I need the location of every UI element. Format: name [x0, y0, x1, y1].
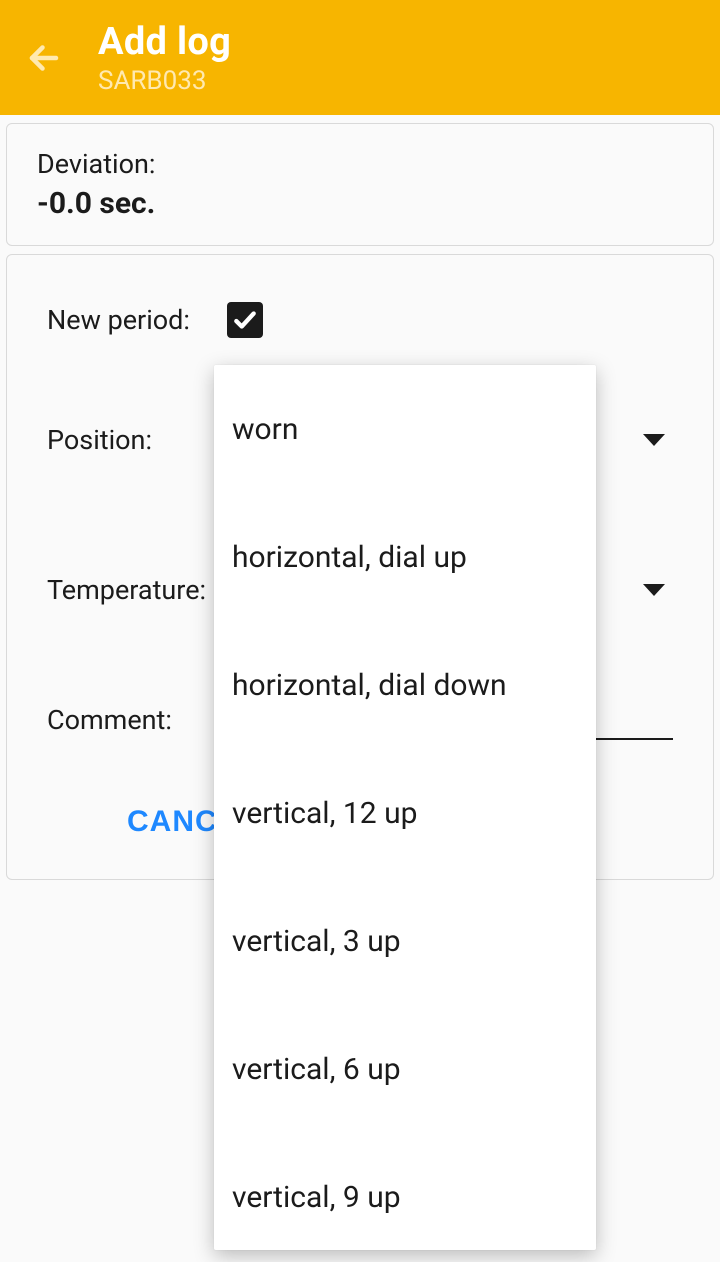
new-period-checkbox[interactable] [227, 302, 263, 338]
deviation-card: Deviation: -0.0 sec. [6, 123, 714, 246]
position-option[interactable]: vertical, 3 up [214, 877, 596, 1005]
deviation-value: -0.0 sec. [37, 186, 683, 221]
new-period-label: New period: [47, 304, 227, 336]
position-option[interactable]: worn [214, 365, 596, 493]
page-subtitle: SARB033 [98, 66, 231, 96]
chevron-down-icon [643, 434, 665, 446]
position-option[interactable]: vertical, 6 up [214, 1005, 596, 1133]
appbar-titles: Add log SARB033 [98, 20, 231, 96]
back-button[interactable] [20, 34, 68, 82]
arrow-left-icon [26, 40, 62, 76]
check-icon [232, 307, 258, 333]
page-title: Add log [98, 20, 231, 64]
position-option[interactable]: horizontal, dial down [214, 621, 596, 749]
chevron-down-icon [643, 584, 665, 596]
position-label: Position: [47, 424, 227, 456]
comment-label: Comment: [47, 704, 227, 736]
position-option[interactable]: horizontal, dial up [214, 493, 596, 621]
position-dropdown-menu: worn horizontal, dial up horizontal, dia… [214, 365, 596, 1250]
app-bar: Add log SARB033 [0, 0, 720, 115]
temperature-label: Temperature: [47, 574, 227, 606]
row-new-period: New period: [47, 285, 673, 355]
position-option[interactable]: vertical, 12 up [214, 749, 596, 877]
position-option[interactable]: vertical, 9 up [214, 1133, 596, 1250]
deviation-label: Deviation: [37, 148, 683, 180]
